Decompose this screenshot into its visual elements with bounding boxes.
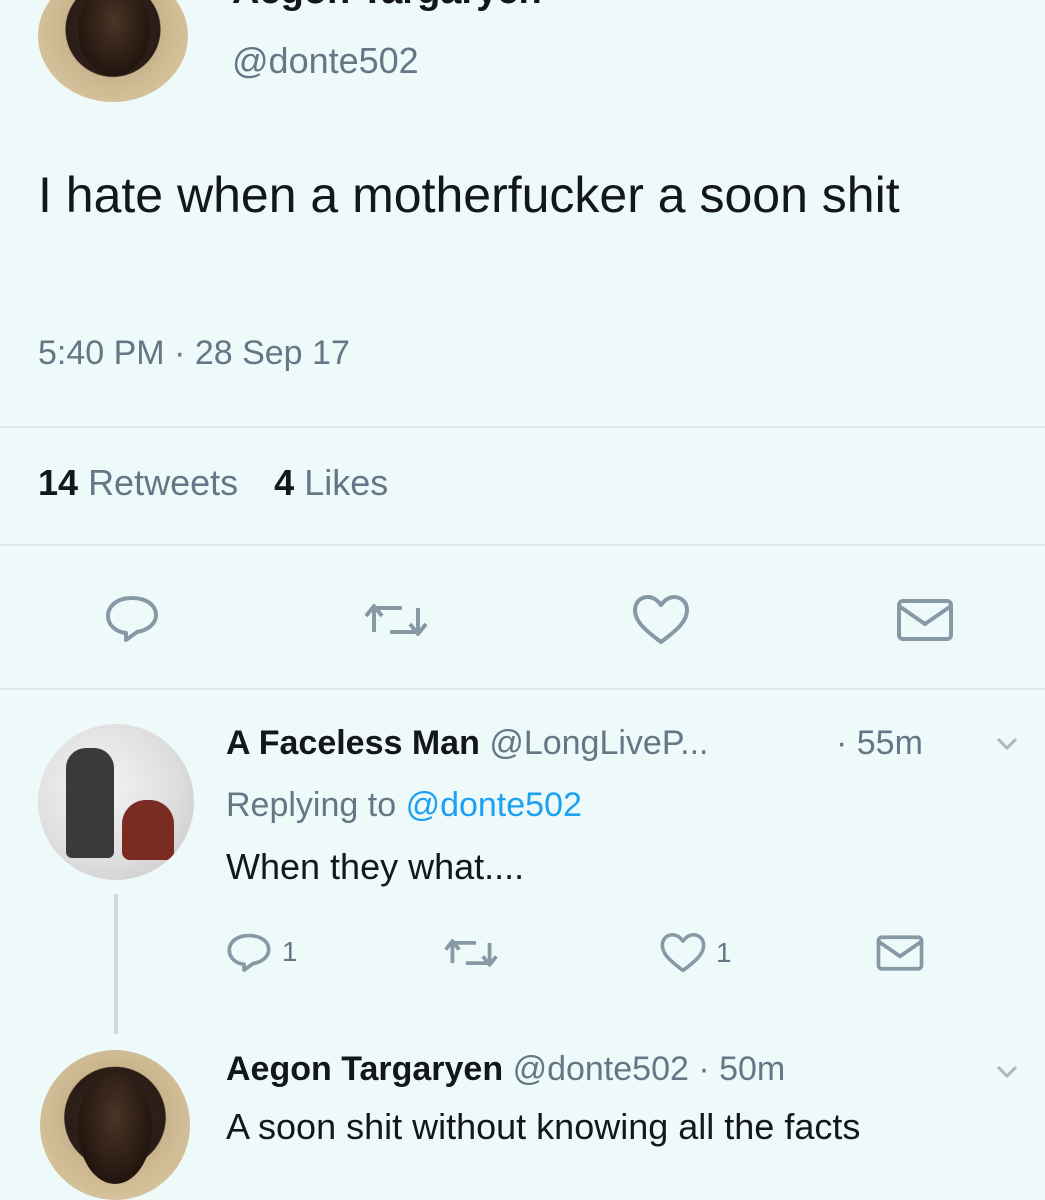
reply-icon[interactable] [104,594,160,642]
reply-author-handle[interactable]: @donte502 [513,1050,689,1088]
reply-time-text: · 55m [836,724,923,762]
avatar-figure [122,800,174,860]
divider [0,426,1045,428]
avatar-face [78,0,150,76]
reply-icon[interactable]: 1 [226,932,298,972]
likes-label: Likes [304,462,389,503]
reply-time: · 55m [836,724,923,763]
reply-count: 1 [282,936,298,967]
tweet-stats: 14 Retweets 4 Likes [38,462,388,504]
retweets-count: 14 [38,462,79,503]
reply-avatar[interactable] [40,1050,190,1200]
avatar-figure [66,748,114,858]
reply-text: A soon shit without knowing all the fact… [226,1106,861,1147]
reply-header: A Faceless Man @LongLiveP... [226,724,708,763]
chevron-down-icon[interactable] [994,734,1020,754]
likes-stat[interactable]: 4 Likes [274,462,388,504]
chevron-down-icon[interactable] [994,1062,1020,1082]
replying-prefix: Replying to [226,786,397,824]
like-icon[interactable]: 1 [660,932,732,974]
reply-author-name[interactable]: A Faceless Man [226,724,480,762]
author-name[interactable]: Aegon Targaryen [232,0,542,13]
author-handle[interactable]: @donte502 [232,40,419,82]
divider [0,688,1045,690]
replying-handle-link[interactable]: @donte502 [406,786,582,824]
reply-author-handle[interactable]: @LongLiveP... [489,724,708,762]
message-icon[interactable] [896,598,954,642]
divider [0,544,1045,546]
like-icon[interactable] [632,594,690,646]
like-count: 1 [716,937,732,968]
likes-count: 4 [274,462,295,503]
reply-text: When they what.... [226,846,525,887]
retweet-icon[interactable] [364,598,428,642]
replying-to: Replying to @donte502 [226,786,582,825]
tweet-text: I hate when a motherfucker a soon shit [38,167,900,223]
retweets-stat[interactable]: 14 Retweets [38,462,238,504]
author-avatar[interactable] [38,0,188,102]
thread-line [114,894,118,1034]
tweet-timestamp: 5:40 PM · 28 Sep 17 [38,334,350,372]
reply-time-text: · 50m [698,1050,786,1088]
retweet-icon[interactable] [444,934,498,972]
reply-header: Aegon Targaryen @donte502 · 50m [226,1050,785,1089]
avatar-face [78,1072,152,1184]
message-icon[interactable] [876,934,924,972]
reply-avatar[interactable] [38,724,194,880]
reply-author-name[interactable]: Aegon Targaryen [226,1050,503,1088]
retweets-label: Retweets [88,462,239,503]
